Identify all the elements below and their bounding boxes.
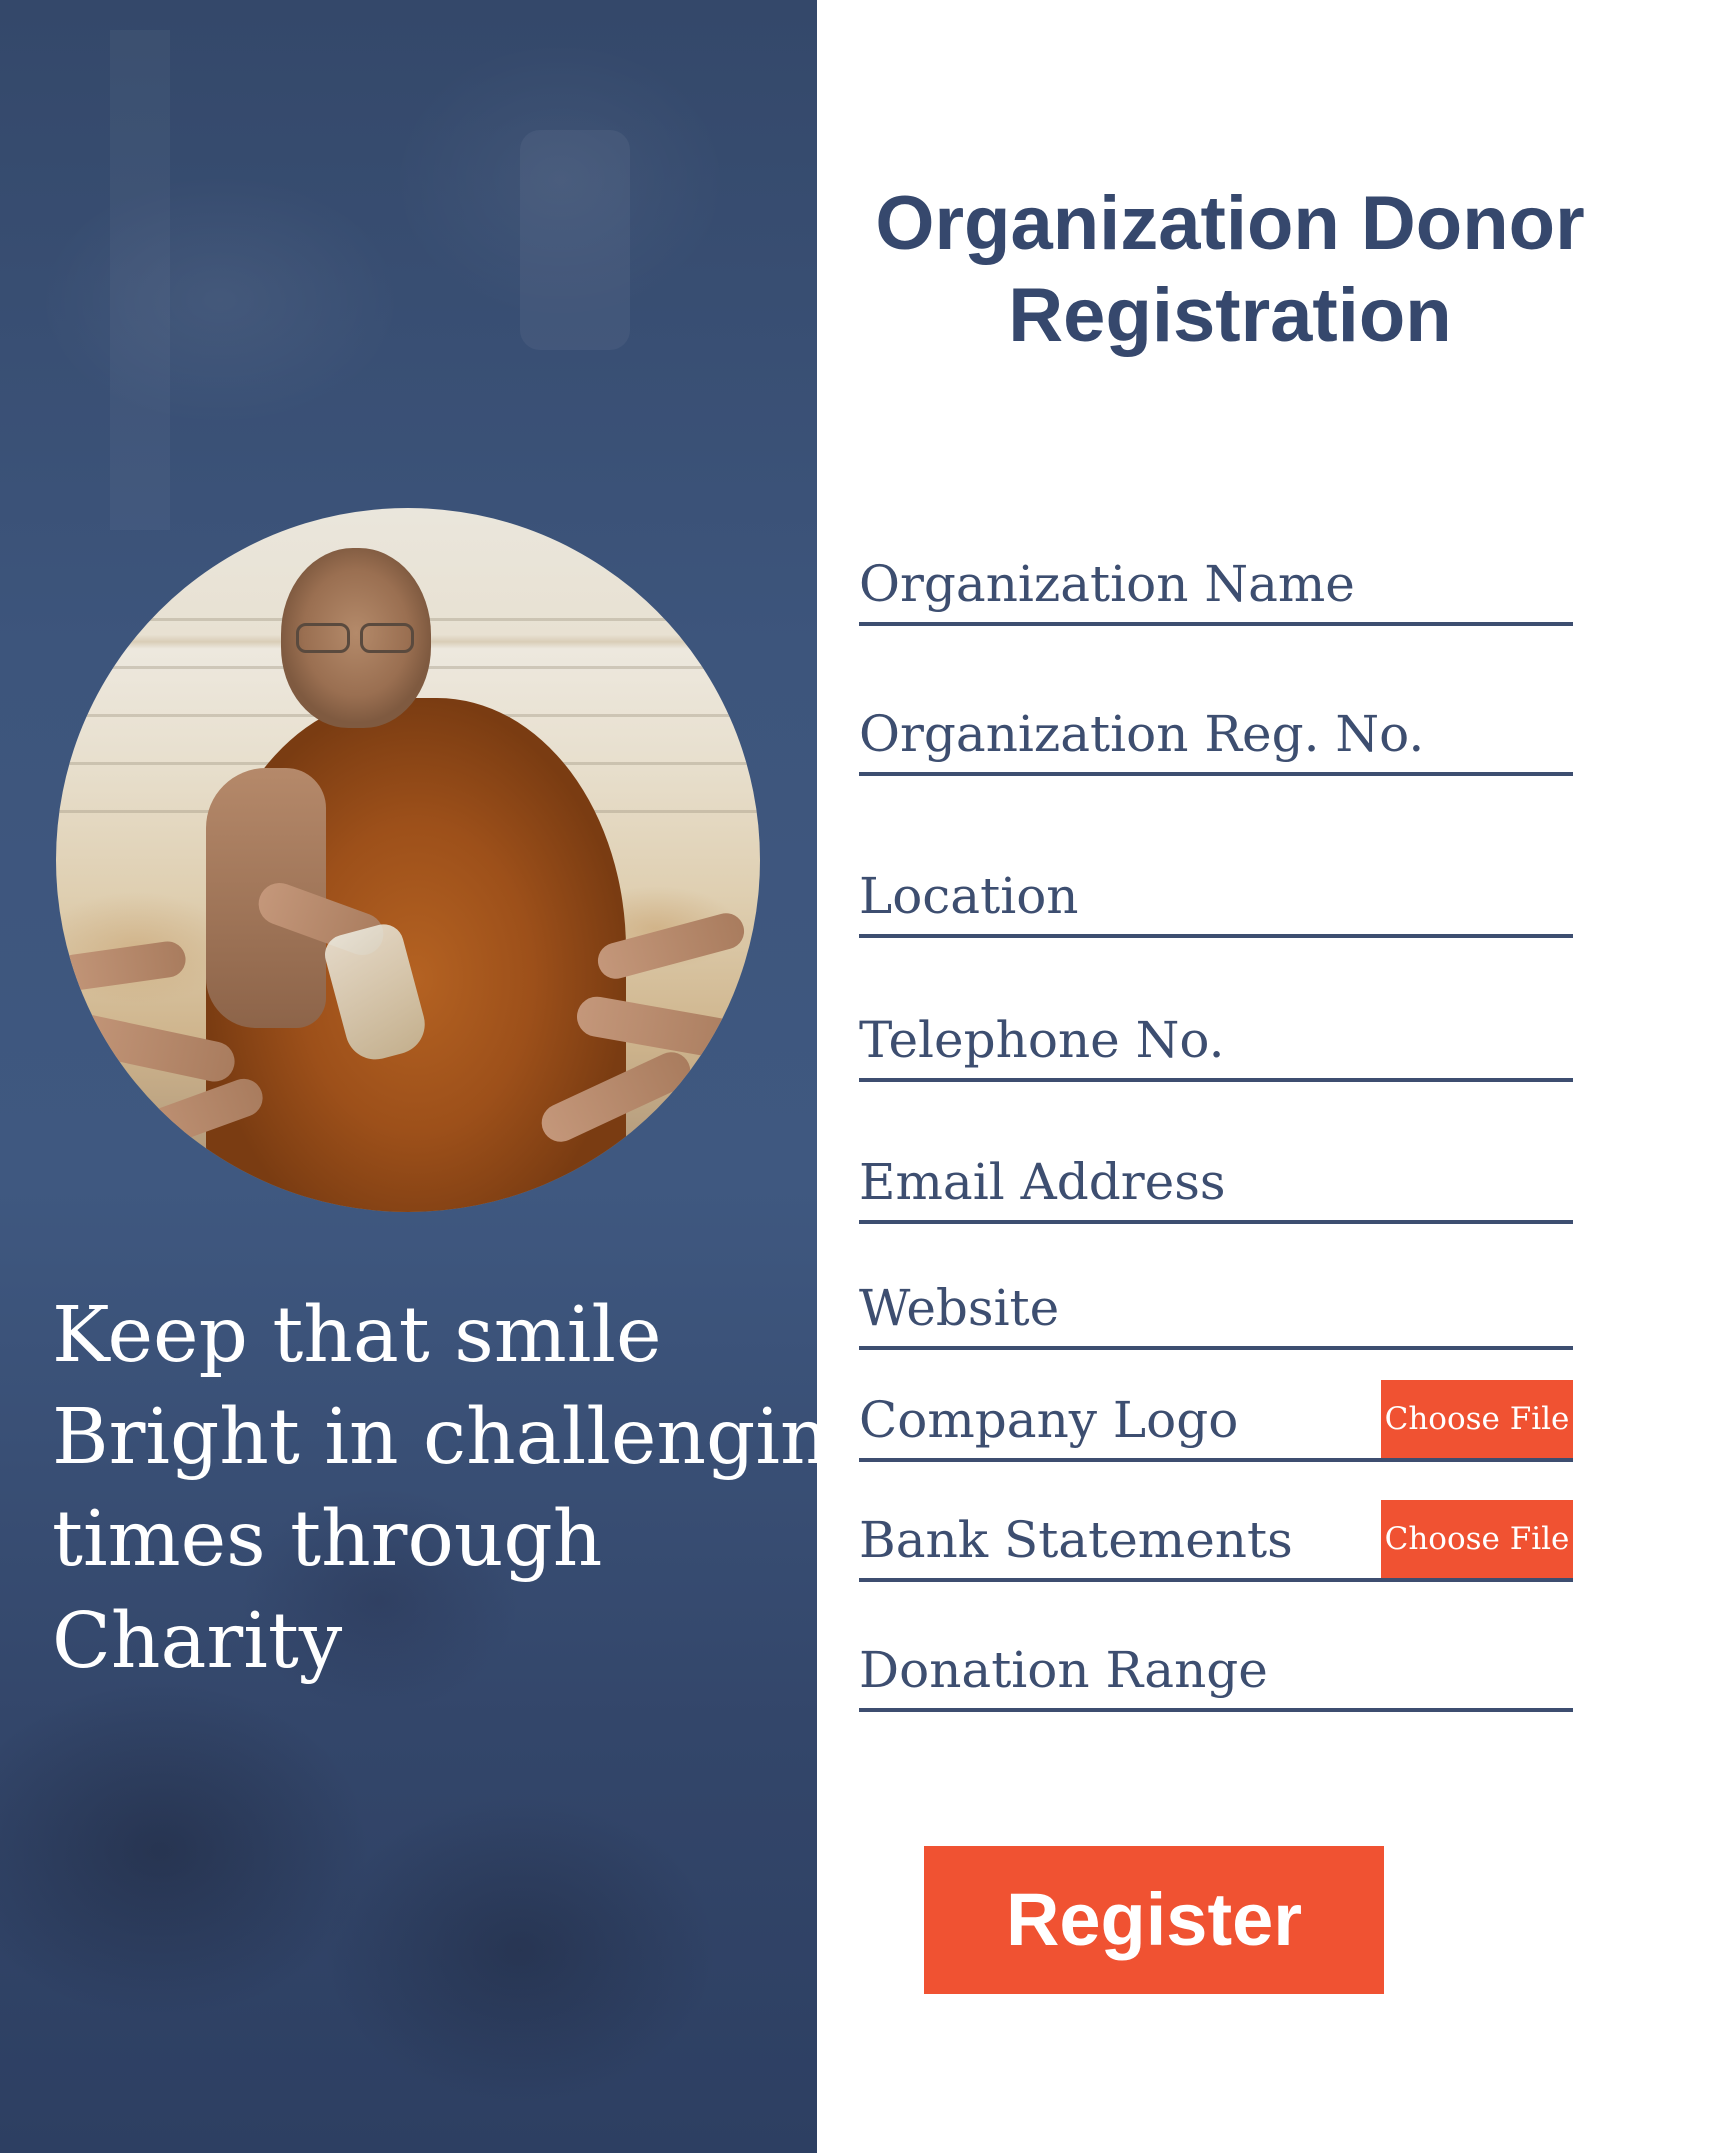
field-label: Company Logo: [859, 1391, 1239, 1449]
tagline-line: Bright in challenging: [52, 1393, 817, 1482]
register-button[interactable]: Register: [924, 1846, 1384, 1994]
website-field[interactable]: Website: [859, 1256, 1573, 1350]
telephone-field[interactable]: Telephone No.: [859, 986, 1573, 1082]
field-label: Bank Statements: [859, 1511, 1293, 1569]
organization-name-field[interactable]: Organization Name: [859, 530, 1573, 626]
company-logo-choose-file-button[interactable]: Choose File: [1381, 1380, 1573, 1458]
organization-reg-no-field[interactable]: Organization Reg. No.: [859, 680, 1573, 776]
tagline-line: Charity: [52, 1597, 343, 1686]
form-title-line: Organization Donor: [875, 181, 1585, 266]
form-title: Organization Donor Registration: [817, 178, 1643, 362]
hero-panel: Keep that smile Bright in challenging ti…: [0, 0, 817, 2153]
field-label: Telephone No.: [859, 1011, 1225, 1069]
email-field[interactable]: Email Address: [859, 1128, 1573, 1224]
bank-statements-choose-file-button[interactable]: Choose File: [1381, 1500, 1573, 1578]
tagline-line: Keep that smile: [52, 1291, 662, 1380]
field-label: Donation Range: [859, 1641, 1268, 1699]
bank-statements-field: Bank Statements Choose File: [859, 1490, 1573, 1582]
registration-form: Organization Donor Registration Organiza…: [817, 0, 1728, 2153]
field-label: Organization Reg. No.: [859, 705, 1425, 763]
tagline-line: times through: [52, 1495, 603, 1584]
location-field[interactable]: Location: [859, 842, 1573, 938]
form-title-line: Registration: [1008, 273, 1452, 358]
field-label: Organization Name: [859, 555, 1355, 613]
field-label: Email Address: [859, 1153, 1226, 1211]
field-label: Location: [859, 867, 1079, 925]
monk-photo: [56, 508, 760, 1212]
donation-range-field[interactable]: Donation Range: [859, 1616, 1573, 1712]
field-label: Website: [859, 1279, 1060, 1337]
tagline: Keep that smile Bright in challenging ti…: [52, 1285, 817, 1693]
company-logo-field: Company Logo Choose File: [859, 1370, 1573, 1462]
